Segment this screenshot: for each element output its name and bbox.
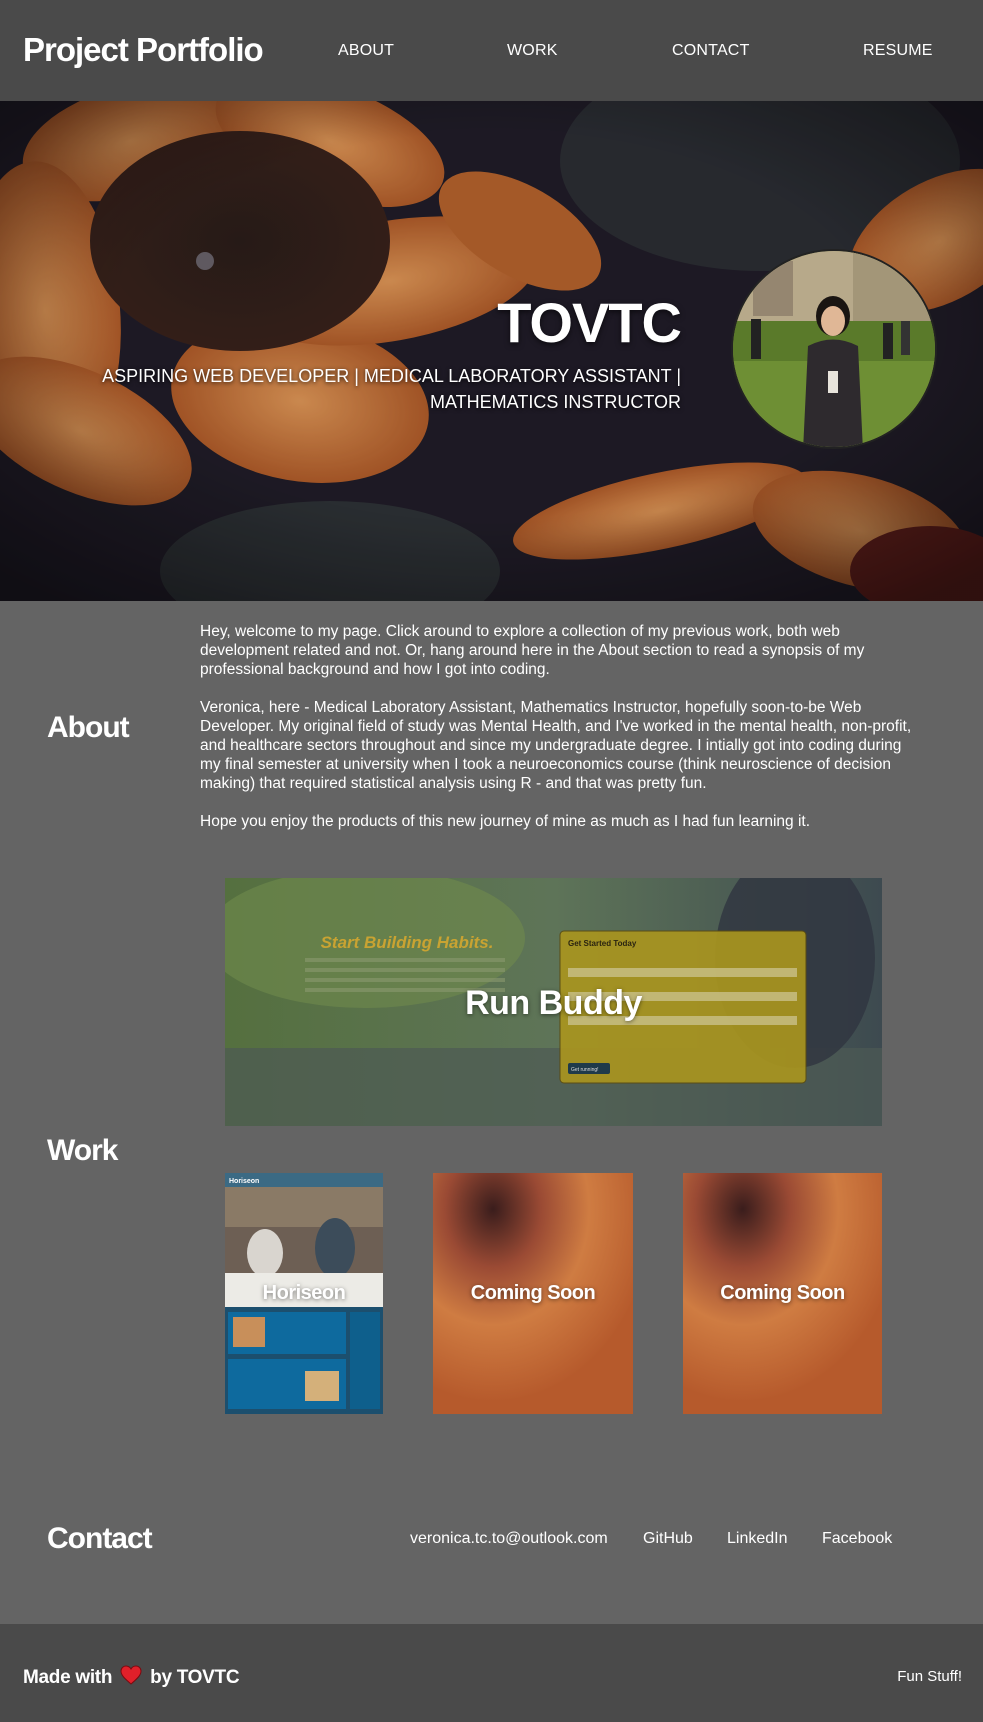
contact-email-link[interactable]: veronica.tc.to@outlook.com bbox=[410, 1530, 608, 1548]
about-title: About bbox=[47, 711, 130, 744]
made-with-prefix: Made with bbox=[23, 1667, 113, 1688]
made-with-credit: Made with by TOVTC bbox=[23, 1665, 240, 1691]
nav-about[interactable]: ABOUT bbox=[338, 42, 394, 60]
hero-tagline-line1: ASPIRING WEB DEVELOPER | MEDICAL LABORAT… bbox=[102, 366, 681, 386]
site-footer: Made with by TOVTC Fun Stuff! bbox=[0, 1624, 983, 1722]
hero-section: TOVTC ASPIRING WEB DEVELOPER | MEDICAL L… bbox=[0, 101, 983, 601]
contact-github-link[interactable]: GitHub bbox=[643, 1530, 693, 1548]
nav-contact[interactable]: CONTACT bbox=[672, 42, 750, 60]
avatar bbox=[731, 249, 937, 449]
project-label-coming-soon-1: Coming Soon bbox=[470, 1282, 596, 1304]
site-header: Project Portfolio ABOUT WORK CONTACT RES… bbox=[0, 0, 983, 101]
nav-work[interactable]: WORK bbox=[507, 42, 558, 60]
project-label-run-buddy: Run Buddy bbox=[465, 984, 642, 1022]
hero-tagline: ASPIRING WEB DEVELOPER | MEDICAL LABORAT… bbox=[80, 363, 681, 415]
project-card-horiseon[interactable]: Horiseon Horiseon bbox=[225, 1173, 383, 1414]
run-buddy-form-button: Get running! bbox=[571, 1067, 599, 1073]
about-paragraph-3: Hope you enjoy the products of this new … bbox=[200, 813, 811, 830]
about-text: Hey, welcome to my page. Click around to… bbox=[200, 622, 920, 850]
run-buddy-form-title: Get Started Today bbox=[568, 939, 637, 948]
project-card-coming-soon-1[interactable]: Coming Soon bbox=[433, 1173, 633, 1414]
run-buddy-heading: Start Building Habits. bbox=[321, 933, 494, 952]
project-card-run-buddy[interactable]: Start Building Habits. Get Started Today… bbox=[225, 878, 882, 1126]
work-title: Work bbox=[47, 1134, 118, 1167]
nav-resume[interactable]: RESUME bbox=[863, 42, 933, 60]
about-paragraph-2: Veronica, here - Medical Laboratory Assi… bbox=[200, 699, 912, 792]
hero-tagline-line2: MATHEMATICS INSTRUCTOR bbox=[430, 392, 681, 412]
contact-title: Contact bbox=[47, 1522, 153, 1555]
project-label-horiseon: Horiseon bbox=[262, 1282, 346, 1304]
made-with-suffix: by TOVTC bbox=[150, 1667, 240, 1688]
contact-linkedin-link[interactable]: LinkedIn bbox=[727, 1530, 788, 1548]
fun-stuff-link[interactable]: Fun Stuff! bbox=[897, 1668, 962, 1685]
project-label-coming-soon-2: Coming Soon bbox=[720, 1282, 845, 1304]
brand-title[interactable]: Project Portfolio bbox=[23, 31, 264, 69]
heart-icon bbox=[120, 1665, 142, 1691]
project-card-coming-soon-2[interactable]: Coming Soon bbox=[683, 1173, 882, 1414]
horiseon-screenshot-brand: Horiseon bbox=[229, 1178, 259, 1185]
profile-photo-image bbox=[733, 251, 935, 447]
about-paragraph-1: Hey, welcome to my page. Click around to… bbox=[200, 623, 865, 678]
hero-name: TOVTC bbox=[497, 291, 682, 354]
contact-facebook-link[interactable]: Facebook bbox=[822, 1530, 892, 1548]
